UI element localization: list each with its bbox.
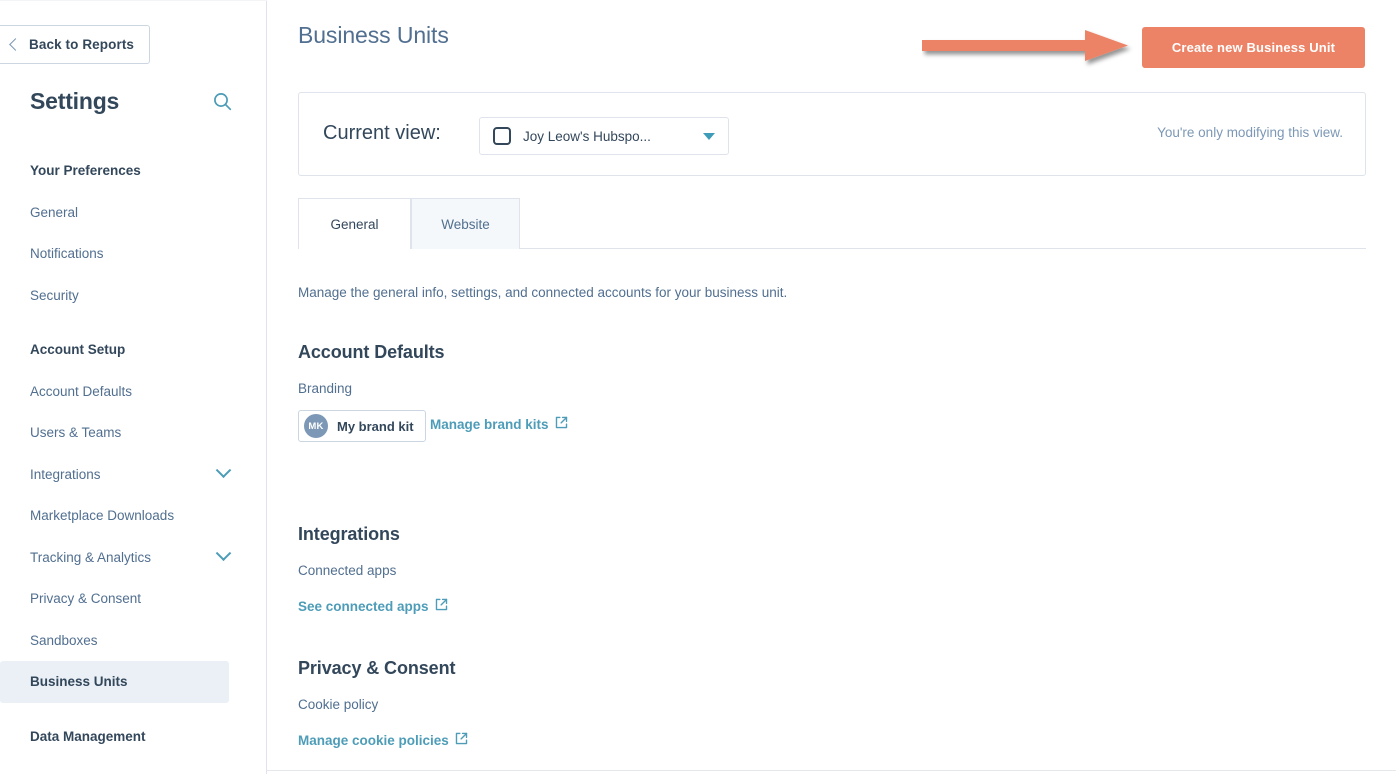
sidebar-group-spacer: [0, 316, 267, 329]
bottom-divider: [267, 770, 1396, 771]
sidebar-item-marketplace-downloads[interactable]: Marketplace Downloads: [0, 495, 267, 537]
sidebar-item-label: General: [30, 204, 79, 220]
search-icon[interactable]: [209, 89, 235, 115]
sidebar-nav: Your Preferences General Notifications S…: [0, 150, 267, 757]
see-connected-apps-link[interactable]: See connected apps: [298, 598, 448, 614]
sidebar-item-label: Privacy & Consent: [30, 591, 142, 607]
settings-title: Settings: [30, 88, 120, 114]
sidebar-item-your-preferences[interactable]: Your Preferences: [0, 150, 267, 192]
sidebar-item-label: Integrations: [30, 466, 101, 482]
arrow-right-annotation: [922, 28, 1137, 73]
sidebar-item-label: Security: [30, 287, 79, 303]
link-label: See connected apps: [298, 598, 429, 614]
sidebar-item-label: Sandboxes: [30, 632, 98, 648]
sidebar-item-security[interactable]: Security: [0, 275, 267, 317]
create-new-business-unit-button[interactable]: Create new Business Unit: [1142, 27, 1365, 68]
section-heading: Privacy & Consent: [298, 658, 456, 678]
tab-website[interactable]: Website: [411, 198, 520, 249]
settings-business-units-page: Back to Reports Settings Your Preference…: [0, 0, 1396, 774]
intro-description: Manage the general info, settings, and c…: [298, 285, 788, 300]
section-subtitle: Connected apps: [298, 563, 397, 578]
back-to-reports-button[interactable]: Back to Reports: [0, 25, 150, 64]
sidebar-group-spacer: [0, 703, 267, 716]
sidebar-item-account-defaults[interactable]: Account Defaults: [0, 371, 267, 413]
sidebar-item-label: Marketplace Downloads: [30, 508, 175, 524]
section-subtitle: Branding: [298, 381, 353, 396]
section-privacy-consent: Privacy & Consent Cookie policy Manage c…: [298, 658, 468, 750]
sidebar-item-label: Your Preferences: [30, 163, 141, 179]
business-unit-select-value: Joy Leow's Hubspo...: [523, 128, 651, 144]
tab-active-cover: [299, 248, 410, 250]
tab-label: Website: [441, 216, 490, 232]
back-to-reports-label: Back to Reports: [29, 37, 135, 52]
section-account-defaults: Account Defaults Branding MK My brand ki…: [298, 342, 568, 442]
manage-cookie-policies-link[interactable]: Manage cookie policies: [298, 732, 468, 748]
section-heading: Integrations: [298, 524, 400, 544]
link-label: Manage brand kits: [430, 416, 549, 432]
external-link-icon: [555, 416, 568, 432]
manage-brand-kits-link[interactable]: Manage brand kits: [430, 416, 568, 432]
section-subtitle: Cookie policy: [298, 697, 379, 712]
sidebar-item-label: Data Management: [30, 728, 146, 744]
chevron-down-icon: [215, 462, 232, 478]
sidebar-item-general[interactable]: General: [0, 192, 267, 234]
external-link-icon: [435, 598, 448, 614]
link-label: Manage cookie policies: [298, 732, 449, 748]
business-unit-select[interactable]: Joy Leow's Hubspo...: [479, 117, 729, 155]
sidebar-header: Settings: [30, 88, 235, 115]
settings-sidebar: Back to Reports Settings Your Preference…: [0, 0, 267, 774]
sidebar-item-business-units[interactable]: Business Units: [0, 661, 229, 703]
main-content: Business Units Create new Business Unit …: [267, 0, 1396, 774]
sidebar-item-sandboxes[interactable]: Sandboxes: [0, 620, 267, 662]
chevron-down-icon: [703, 132, 715, 140]
tab-label: General: [330, 216, 379, 232]
chevron-left-icon: [9, 38, 22, 51]
section-heading: Account Defaults: [298, 342, 445, 362]
brand-kit-chip[interactable]: MK My brand kit: [298, 410, 426, 442]
sidebar-top-divider: [0, 0, 267, 1]
sidebar-item-data-management[interactable]: Data Management: [0, 716, 267, 758]
section-integrations: Integrations Connected apps See connecte…: [298, 524, 448, 616]
external-link-icon: [455, 732, 468, 748]
brand-kit-label: My brand kit: [337, 418, 414, 434]
sidebar-item-label: Account Setup: [30, 342, 126, 358]
tab-general[interactable]: General: [298, 198, 411, 250]
sidebar-item-label: Notifications: [30, 246, 104, 262]
current-view-card: Current view: Joy Leow's Hubspo... You'r…: [298, 92, 1366, 176]
sidebar-item-users-teams[interactable]: Users & Teams: [0, 412, 267, 454]
sidebar-item-label: Business Units: [30, 674, 128, 690]
page-title: Business Units: [298, 22, 449, 48]
sidebar-item-account-setup[interactable]: Account Setup: [0, 329, 267, 371]
business-unit-square-icon: [493, 127, 511, 145]
modifying-view-note: You're only modifying this view.: [1157, 125, 1343, 140]
sidebar-item-label: Tracking & Analytics: [30, 549, 152, 565]
current-view-label: Current view:: [323, 122, 441, 144]
sidebar-item-notifications[interactable]: Notifications: [0, 233, 267, 275]
sidebar-item-label: Account Defaults: [30, 383, 133, 399]
chevron-down-icon: [215, 545, 232, 561]
sidebar-item-integrations[interactable]: Integrations: [0, 454, 267, 496]
settings-tabs: General Website: [298, 198, 1366, 250]
avatar: MK: [304, 414, 328, 438]
sidebar-item-privacy-consent[interactable]: Privacy & Consent: [0, 578, 267, 620]
sidebar-item-label: Users & Teams: [30, 425, 122, 441]
sidebar-item-tracking-analytics[interactable]: Tracking & Analytics: [0, 537, 267, 579]
